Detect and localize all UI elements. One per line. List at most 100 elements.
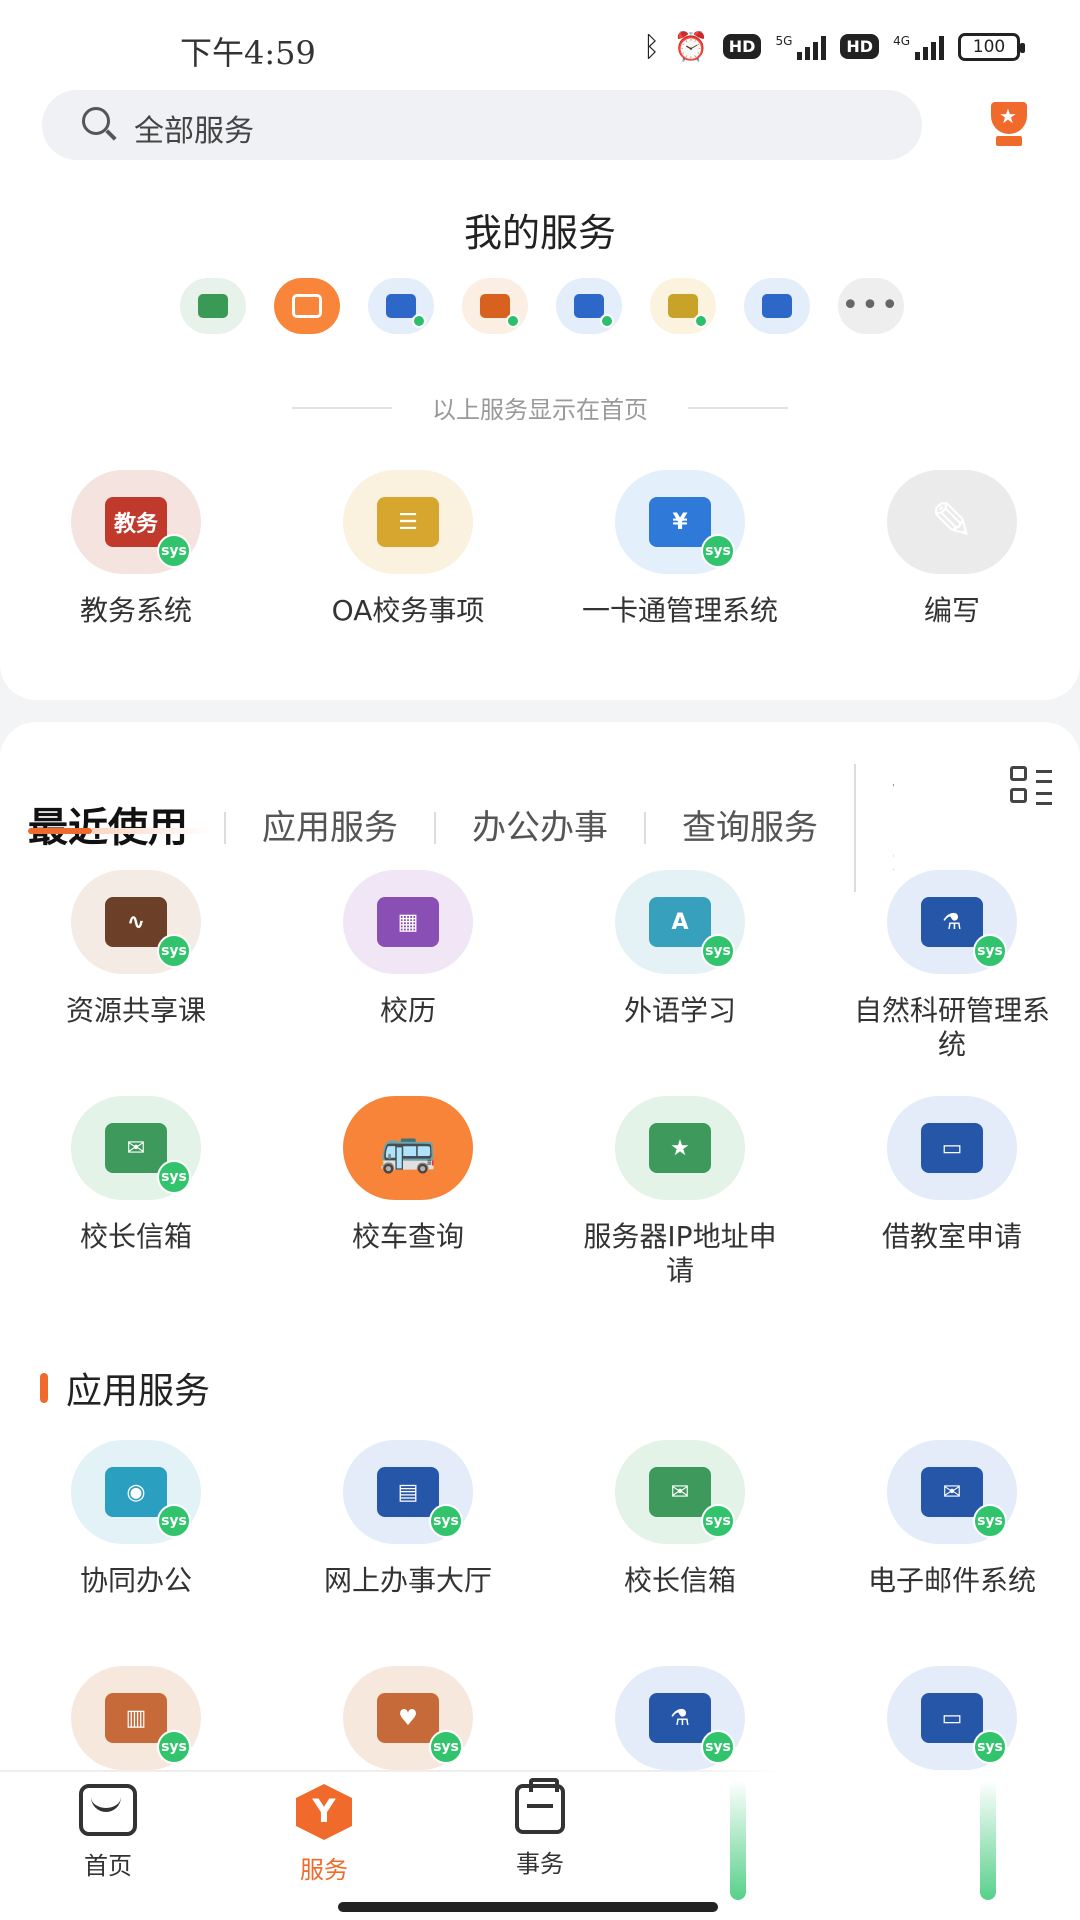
tab-1[interactable]: 应用服务 [224, 811, 434, 845]
tab-3[interactable]: 查询服务 [644, 811, 854, 845]
divider-text: 以上服务显示在首页 [432, 396, 648, 424]
service-glyph: ▭ [921, 1123, 983, 1173]
service-label: 自然科研管理系统 [853, 994, 1050, 1061]
library-books-icon: ▥ sys [71, 1666, 201, 1770]
sys-badge: sys [701, 1730, 735, 1764]
recent-services-grid: ∿ sys 资源共享课 ▦ 校历 Asys 外语学习 ⚗ sys 自然科研管理系统 ✉ sys 校长信箱… [0, 870, 1080, 1322]
more-icon[interactable]: ••• [838, 278, 904, 334]
service-item[interactable]: Asys 外语学习 [544, 870, 816, 1096]
bluetooth-icon: ᛒ [643, 30, 660, 63]
service-label: 电子邮件系统 [867, 1564, 1036, 1597]
service-item[interactable]: 教务 sys 教务系统 [0, 470, 272, 628]
status-icons: ᛒ ⏰ HD 5G HD 4G 100 [643, 30, 1025, 63]
service-item[interactable]: ✉ sys 校长信箱 [544, 1440, 816, 1666]
service-label: 编写 [923, 594, 980, 627]
school-bus-icon: 🚌 [343, 1096, 473, 1200]
service-glyph: ⚗ [921, 897, 983, 947]
service-item[interactable]: ∿ sys 资源共享课 [0, 870, 272, 1096]
status-bar: 下午4:59 ᛒ ⏰ HD 5G HD 4G 100 [0, 0, 1080, 90]
search-placeholder: 全部服务 [134, 114, 254, 149]
service-item[interactable]: 🚌 校车查询 [272, 1096, 544, 1322]
search-input[interactable]: 全部服务 [42, 90, 922, 160]
tab-2[interactable]: 办公办事 [434, 811, 644, 845]
grid-list-toggle-icon[interactable] [1010, 766, 1056, 806]
service-label: 网上办事大厅 [323, 1564, 492, 1597]
sys-badge: sys [429, 1730, 463, 1764]
service-item[interactable]: ☰ OA校务事项 [272, 470, 544, 628]
service-glyph: ✉ [105, 1123, 167, 1173]
server-ip-icon: ★ [615, 1096, 745, 1200]
service-label: 外语学习 [623, 994, 736, 1027]
mailbox-icon: ✉ sys [615, 1440, 745, 1544]
service-label: 服务器IP地址申请 [583, 1220, 777, 1287]
service-label: 校长信箱 [79, 1220, 192, 1253]
my-services-grid: 教务 sys 教务系统 ☰ OA校务事项 ¥ sys 一卡通管理系统 ✎ 编写 [0, 470, 1080, 628]
hd-badge-1: HD [722, 34, 762, 59]
my-services-card: 全部服务 我的服务 ••• 以上服务显示在首页 教务sys教务系统☰OA校务事项… [0, 90, 1080, 700]
status-time: 下午4:59 [180, 34, 316, 72]
service-item[interactable]: ▦ 校历 [272, 870, 544, 1096]
fee-bag-icon[interactable] [650, 278, 716, 334]
classroom-booking-icon: ▭ [887, 1096, 1017, 1200]
edit-pencil-icon: ✎ [887, 470, 1017, 574]
sys-badge: sys [157, 1504, 191, 1538]
sys-badge: sys [973, 1730, 1007, 1764]
service-item[interactable]: ▭ 借教室申请 [816, 1096, 1080, 1322]
sys-badge: sys [701, 534, 735, 568]
research-lab-icon: ⚗ sys [615, 1666, 745, 1770]
service-glyph: ♥ [377, 1693, 439, 1743]
sys-badge: sys [701, 934, 735, 968]
services-hexagon-icon [296, 1784, 352, 1840]
mailbox-icon: ✉ sys [71, 1096, 201, 1200]
sys-badge: sys [157, 534, 191, 568]
service-label: 借教室申请 [881, 1220, 1022, 1253]
service-label: 教务系统 [79, 594, 192, 627]
service-item[interactable]: ⚗ sys 自然科研管理系统 [816, 870, 1080, 1096]
trophy-icon[interactable] [984, 102, 1034, 150]
nav-services[interactable]: 服务 [264, 1784, 384, 1885]
email-system-icon: ✉ sys [887, 1440, 1017, 1544]
hd-badge-2: HD [840, 34, 880, 59]
service-item[interactable]: ◉ sys 协同办公 [0, 1440, 272, 1666]
sys-badge: sys [701, 1504, 735, 1538]
service-glyph: ✉ [649, 1467, 711, 1517]
schedule-card-icon[interactable] [556, 278, 622, 334]
research-lab-icon: ⚗ sys [887, 870, 1017, 974]
nav-home[interactable]: 首页 [48, 1784, 168, 1881]
service-item[interactable]: ▤ sys 网上办事大厅 [272, 1440, 544, 1666]
app-services-section-title: 应用服务 [40, 1362, 210, 1414]
grade-sheet-icon[interactable] [180, 278, 246, 334]
sys-badge: sys [429, 1504, 463, 1538]
upload-card-icon[interactable] [744, 278, 810, 334]
service-item[interactable]: ★ 服务器IP地址申请 [544, 1096, 816, 1322]
sys-badge: sys [157, 1730, 191, 1764]
service-glyph: ▭ [921, 1693, 983, 1743]
home-inbox-icon [79, 1784, 137, 1836]
battery-icon: 100 [958, 32, 1025, 61]
signal-5g-icon: 5G [775, 34, 827, 60]
collab-office-icon: ◉ sys [71, 1440, 201, 1544]
service-item[interactable]: ✎ 编写 [816, 470, 1080, 628]
service-glyph: ⚗ [649, 1693, 711, 1743]
service-item[interactable]: ¥ sys 一卡通管理系统 [544, 470, 816, 628]
service-glyph: ▦ [377, 897, 439, 947]
home-display-divider: 以上服务显示在首页 [0, 390, 1080, 425]
dorm-house-icon[interactable] [462, 278, 528, 334]
services-panel: 最近使用应用服务办公办事查询服务校园生活 ∿sys资源共享课▦校历Asys外语学… [0, 722, 1080, 1920]
service-label: 校长信箱 [623, 1564, 736, 1597]
id-card-icon[interactable] [368, 278, 434, 334]
nav-tasks[interactable]: 事务 [480, 1778, 600, 1879]
service-glyph: ◉ [105, 1467, 167, 1517]
service-label: 资源共享课 [65, 994, 206, 1027]
gesture-home-bar[interactable] [338, 1902, 718, 1912]
service-item[interactable]: ✉ sys 校长信箱 [0, 1096, 272, 1322]
service-glyph: ¥ [649, 497, 711, 547]
handshake-card-icon: ♥ sys [343, 1666, 473, 1770]
service-glyph: ★ [649, 1123, 711, 1173]
service-item[interactable]: ✉ sys 电子邮件系统 [816, 1440, 1080, 1666]
service-glyph: ▤ [377, 1467, 439, 1517]
message-card-icon[interactable] [274, 278, 340, 334]
search-icon [82, 107, 110, 135]
service-label: OA校务事项 [331, 594, 485, 627]
online-hall-icon: ▤ sys [343, 1440, 473, 1544]
